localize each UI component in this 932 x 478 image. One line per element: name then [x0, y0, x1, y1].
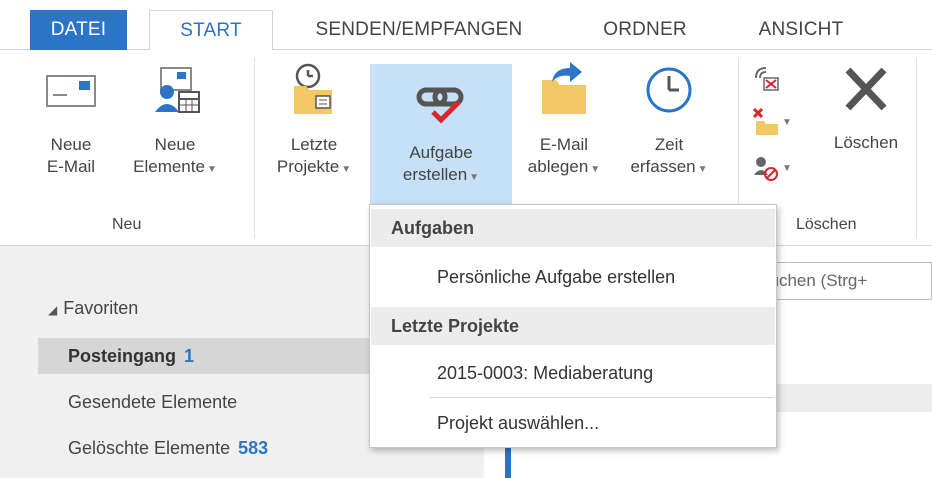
create-task-label-1: Aufgabe: [409, 143, 473, 162]
file-email-button[interactable]: E-Mail ablegen ▼: [516, 62, 612, 212]
recent-projects-button[interactable]: Letzte Projekte ▼: [266, 62, 362, 212]
file-email-icon: [536, 62, 592, 118]
delete-x-icon: [838, 62, 894, 118]
group-label-delete: Löschen: [796, 216, 857, 233]
dropdown-arrow-icon: ▼: [782, 116, 792, 128]
log-time-label-1: Zeit: [654, 135, 684, 154]
tab-send-receive[interactable]: SENDEN/EMPFANGEN: [286, 10, 552, 50]
new-email-label-1: Neue: [50, 135, 92, 154]
dropdown-arrow-icon: ▼: [782, 162, 792, 174]
menu-item-select-project[interactable]: Projekt auswählen...: [371, 401, 775, 445]
tab-file[interactable]: DATEI: [30, 10, 127, 50]
group-separator: [254, 58, 255, 238]
recent-projects-icon: [286, 62, 342, 118]
cleanup-button[interactable]: ▼: [752, 104, 792, 140]
recent-projects-label-1: Letzte: [290, 135, 338, 154]
favorites-header[interactable]: ◢ Favoriten: [48, 298, 138, 319]
selection-indicator: [505, 446, 511, 478]
clock-icon: [641, 62, 697, 118]
search-input[interactable]: suchen (Strg+: [752, 262, 932, 300]
cleanup-icon: [752, 107, 778, 135]
new-email-button[interactable]: Neue E-Mail: [36, 62, 106, 212]
new-email-label-2: E-Mail: [46, 157, 96, 176]
dropdown-arrow-icon: ▼: [341, 164, 352, 175]
file-email-label-1: E-Mail: [539, 135, 589, 154]
unread-count: 1: [184, 345, 195, 366]
log-time-button[interactable]: Zeit erfassen ▼: [614, 62, 724, 212]
menu-item-create-personal-task[interactable]: Persönliche Aufgabe erstellen: [371, 255, 775, 299]
dropdown-arrow-icon: ▼: [590, 164, 601, 175]
new-items-label-2: Elemente ▼: [133, 157, 217, 176]
junk-icon: [754, 157, 778, 181]
delete-label: Löschen: [833, 133, 899, 152]
tab-start[interactable]: START: [149, 10, 273, 51]
envelope-icon: [43, 62, 99, 118]
tab-folder[interactable]: ORDNER: [580, 10, 710, 50]
menu-item-recent-project[interactable]: 2015-0003: Mediaberatung: [371, 351, 775, 395]
dropdown-arrow-icon: ▼: [697, 164, 708, 175]
dropdown-arrow-icon: ▼: [206, 164, 217, 175]
ignore-button[interactable]: [752, 64, 786, 94]
new-items-label-1: Neue: [154, 135, 196, 154]
new-items-button[interactable]: Neue Elemente ▼: [116, 62, 234, 212]
ignore-icon: [755, 67, 779, 91]
recent-projects-label-2: Projekte ▼: [276, 157, 352, 176]
dropdown-header-tasks: Aufgaben: [371, 209, 775, 247]
junk-button[interactable]: ▼: [752, 150, 792, 186]
new-items-icon: [147, 62, 203, 118]
group-separator: [916, 58, 917, 238]
collapse-triangle-icon: ◢: [48, 303, 58, 317]
link-check-icon: [413, 74, 469, 130]
create-task-button[interactable]: Aufgabe erstellen ▼: [370, 64, 512, 204]
menu-separator: [430, 397, 774, 398]
log-time-label-2: erfassen ▼: [630, 157, 708, 176]
file-email-label-2: ablegen ▼: [527, 157, 601, 176]
dropdown-arrow-icon: ▼: [469, 172, 480, 183]
list-header-bar: [752, 384, 932, 412]
delete-button[interactable]: Löschen: [818, 62, 914, 212]
create-task-dropdown: Aufgaben Persönliche Aufgabe erstellen L…: [369, 204, 777, 448]
tab-view[interactable]: ANSICHT: [726, 10, 876, 50]
ribbon-tab-bar: DATEI START SENDEN/EMPFANGEN ORDNER ANSI…: [0, 0, 932, 51]
unread-count: 583: [238, 437, 269, 458]
group-label-new: Neu: [112, 216, 142, 233]
dropdown-header-recent-projects: Letzte Projekte: [371, 307, 775, 345]
create-task-label-2: erstellen ▼: [402, 165, 480, 184]
